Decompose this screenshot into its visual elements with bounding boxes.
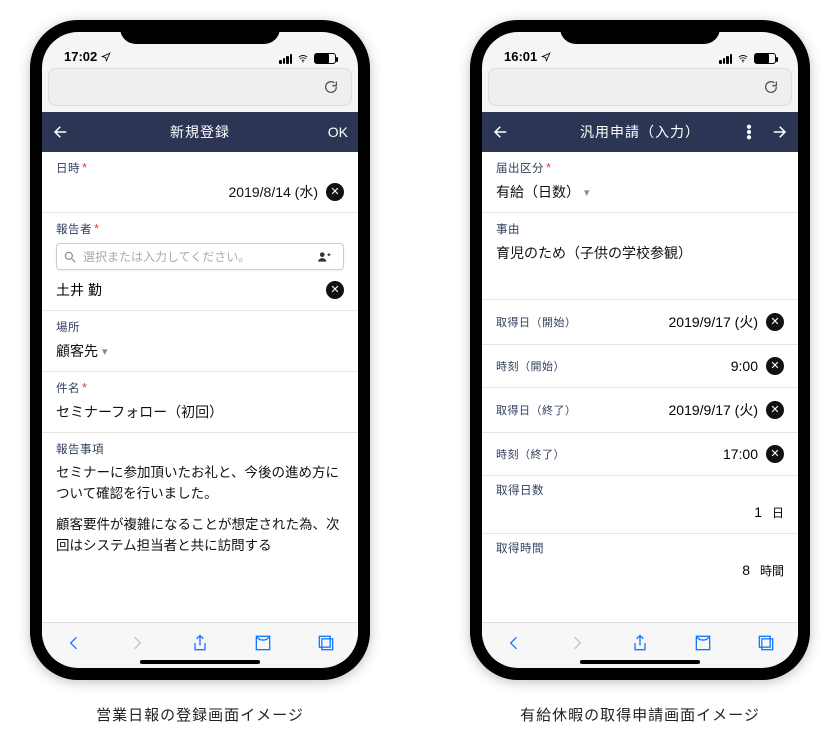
battery-icon bbox=[754, 53, 776, 64]
value-hours: 8 bbox=[742, 562, 750, 578]
reporter-selected-value: 土井 勤 bbox=[56, 280, 102, 300]
label-start-date: 取得日（開始） bbox=[496, 314, 577, 330]
chevron-down-icon: ▾ bbox=[584, 186, 590, 199]
form-content: 日時* 2019/8/14 (水) ✕ 報告者* bbox=[42, 152, 358, 622]
ok-button[interactable]: OK bbox=[328, 124, 348, 140]
field-hours: 取得時間 8 時間 bbox=[482, 534, 798, 591]
bookmarks-icon[interactable] bbox=[693, 633, 713, 653]
bookmarks-icon[interactable] bbox=[253, 633, 273, 653]
label-subject: 件名 bbox=[56, 383, 80, 395]
reporter-placeholder: 選択または入力してください。 bbox=[83, 248, 317, 265]
report-paragraph: セミナーに参加頂いたお礼と、今後の進め方について確認を行いました。 bbox=[56, 463, 344, 505]
field-place[interactable]: 場所 顧客先 ▾ bbox=[42, 311, 358, 372]
field-end-date[interactable]: 取得日（終了） 2019/9/17 (火) ✕ bbox=[482, 388, 798, 433]
value-subject: セミナーフォロー（初回） bbox=[56, 402, 223, 422]
nav-back-icon[interactable] bbox=[504, 633, 524, 653]
status-time: 17:02 bbox=[64, 49, 97, 64]
label-reporter: 報告者 bbox=[56, 224, 92, 236]
app-header: 汎用申請（入力） bbox=[482, 112, 798, 152]
cell-signal-icon bbox=[279, 54, 292, 64]
value-place: 顧客先 bbox=[56, 341, 98, 361]
field-report[interactable]: 報告事項 セミナーに参加頂いたお礼と、今後の進め方について確認を行いました。 顧… bbox=[42, 433, 358, 577]
label-days: 取得日数 bbox=[496, 482, 784, 498]
clear-icon[interactable]: ✕ bbox=[326, 281, 344, 299]
value-start-time: 9:00 bbox=[731, 358, 758, 374]
reporter-search-input[interactable]: 選択または入力してください。 bbox=[56, 243, 344, 270]
clear-icon[interactable]: ✕ bbox=[766, 313, 784, 331]
phone-left: 17:02 bbox=[30, 20, 370, 680]
status-time: 16:01 bbox=[504, 49, 537, 64]
reload-icon[interactable] bbox=[323, 79, 339, 95]
location-icon bbox=[101, 52, 111, 62]
search-icon bbox=[63, 250, 77, 264]
back-icon[interactable] bbox=[492, 123, 510, 141]
caption-right: 有給休暇の取得申請画面イメージ bbox=[520, 704, 760, 725]
field-days: 取得日数 1 日 bbox=[482, 476, 798, 534]
value-start-date: 2019/9/17 (火) bbox=[669, 312, 759, 332]
reporter-chip[interactable]: 土井 勤 ✕ bbox=[56, 280, 344, 300]
report-paragraph: 顧客要件が複雑になることが想定された為、次回はシステム担当者と共に訪問する bbox=[56, 515, 344, 557]
field-start-time[interactable]: 時刻（開始） 9:00 ✕ bbox=[482, 345, 798, 388]
field-subject[interactable]: 件名* セミナーフォロー（初回） bbox=[42, 372, 358, 433]
cell-signal-icon bbox=[719, 54, 732, 64]
home-indicator[interactable] bbox=[580, 660, 700, 664]
header-title: 新規登録 bbox=[42, 122, 358, 142]
location-icon bbox=[541, 52, 551, 62]
app-header: 新規登録 OK bbox=[42, 112, 358, 152]
field-end-time[interactable]: 時刻（終了） 17:00 ✕ bbox=[482, 433, 798, 476]
label-report: 報告事項 bbox=[56, 441, 344, 457]
browser-url-bar[interactable] bbox=[488, 68, 792, 106]
browser-bottom-bar bbox=[482, 622, 798, 662]
field-start-date[interactable]: 取得日（開始） 2019/9/17 (火) ✕ bbox=[482, 300, 798, 345]
reload-icon[interactable] bbox=[763, 79, 779, 95]
value-date: 2019/8/14 (水) bbox=[229, 182, 319, 202]
label-category: 届出区分 bbox=[496, 163, 544, 175]
clear-icon[interactable]: ✕ bbox=[766, 445, 784, 463]
label-end-time: 時刻（終了） bbox=[496, 446, 565, 462]
clear-icon[interactable]: ✕ bbox=[326, 183, 344, 201]
nav-back-icon[interactable] bbox=[64, 633, 84, 653]
value-end-date: 2019/9/17 (火) bbox=[669, 400, 759, 420]
value-category: 有給（日数） bbox=[496, 182, 580, 202]
browser-url-bar[interactable] bbox=[48, 68, 352, 106]
label-hours: 取得時間 bbox=[496, 540, 784, 556]
home-indicator[interactable] bbox=[140, 660, 260, 664]
more-icon[interactable] bbox=[740, 123, 758, 141]
value-days: 1 bbox=[754, 504, 762, 520]
add-person-icon[interactable] bbox=[317, 250, 331, 264]
field-date[interactable]: 日時* 2019/8/14 (水) ✕ bbox=[42, 152, 358, 213]
forward-icon[interactable] bbox=[770, 123, 788, 141]
clear-icon[interactable]: ✕ bbox=[766, 401, 784, 419]
phone-right: 16:01 汎用申請（入力） bbox=[470, 20, 810, 680]
share-icon[interactable] bbox=[190, 633, 210, 653]
form-content: 届出区分* 有給（日数） ▾ 事由 育児のため（子供の学校参観） 取得日 bbox=[482, 152, 798, 622]
unit-days: 日 bbox=[772, 506, 784, 520]
field-reporter: 報告者* 選択または入力してください。 土井 勤 ✕ bbox=[42, 213, 358, 311]
caption-left: 営業日報の登録画面イメージ bbox=[96, 704, 304, 725]
field-reason[interactable]: 事由 育児のため（子供の学校参観） bbox=[482, 213, 798, 300]
notch bbox=[120, 20, 280, 44]
share-icon[interactable] bbox=[630, 633, 650, 653]
wifi-icon bbox=[736, 54, 750, 64]
label-reason: 事由 bbox=[496, 221, 784, 237]
label-start-time: 時刻（開始） bbox=[496, 358, 565, 374]
battery-icon bbox=[314, 53, 336, 64]
field-category[interactable]: 届出区分* 有給（日数） ▾ bbox=[482, 152, 798, 213]
chevron-down-icon: ▾ bbox=[102, 345, 108, 358]
clear-icon[interactable]: ✕ bbox=[766, 357, 784, 375]
label-date: 日時 bbox=[56, 163, 80, 175]
label-place: 場所 bbox=[56, 319, 344, 335]
value-reason: 育児のため（子供の学校参観） bbox=[496, 243, 692, 263]
label-end-date: 取得日（終了） bbox=[496, 402, 577, 418]
tabs-icon[interactable] bbox=[316, 633, 336, 653]
wifi-icon bbox=[296, 54, 310, 64]
nav-forward-icon bbox=[127, 633, 147, 653]
unit-hours: 時間 bbox=[760, 564, 784, 578]
nav-forward-icon bbox=[567, 633, 587, 653]
notch bbox=[560, 20, 720, 44]
browser-bottom-bar bbox=[42, 622, 358, 662]
value-end-time: 17:00 bbox=[723, 446, 758, 462]
tabs-icon[interactable] bbox=[756, 633, 776, 653]
back-icon[interactable] bbox=[52, 123, 70, 141]
